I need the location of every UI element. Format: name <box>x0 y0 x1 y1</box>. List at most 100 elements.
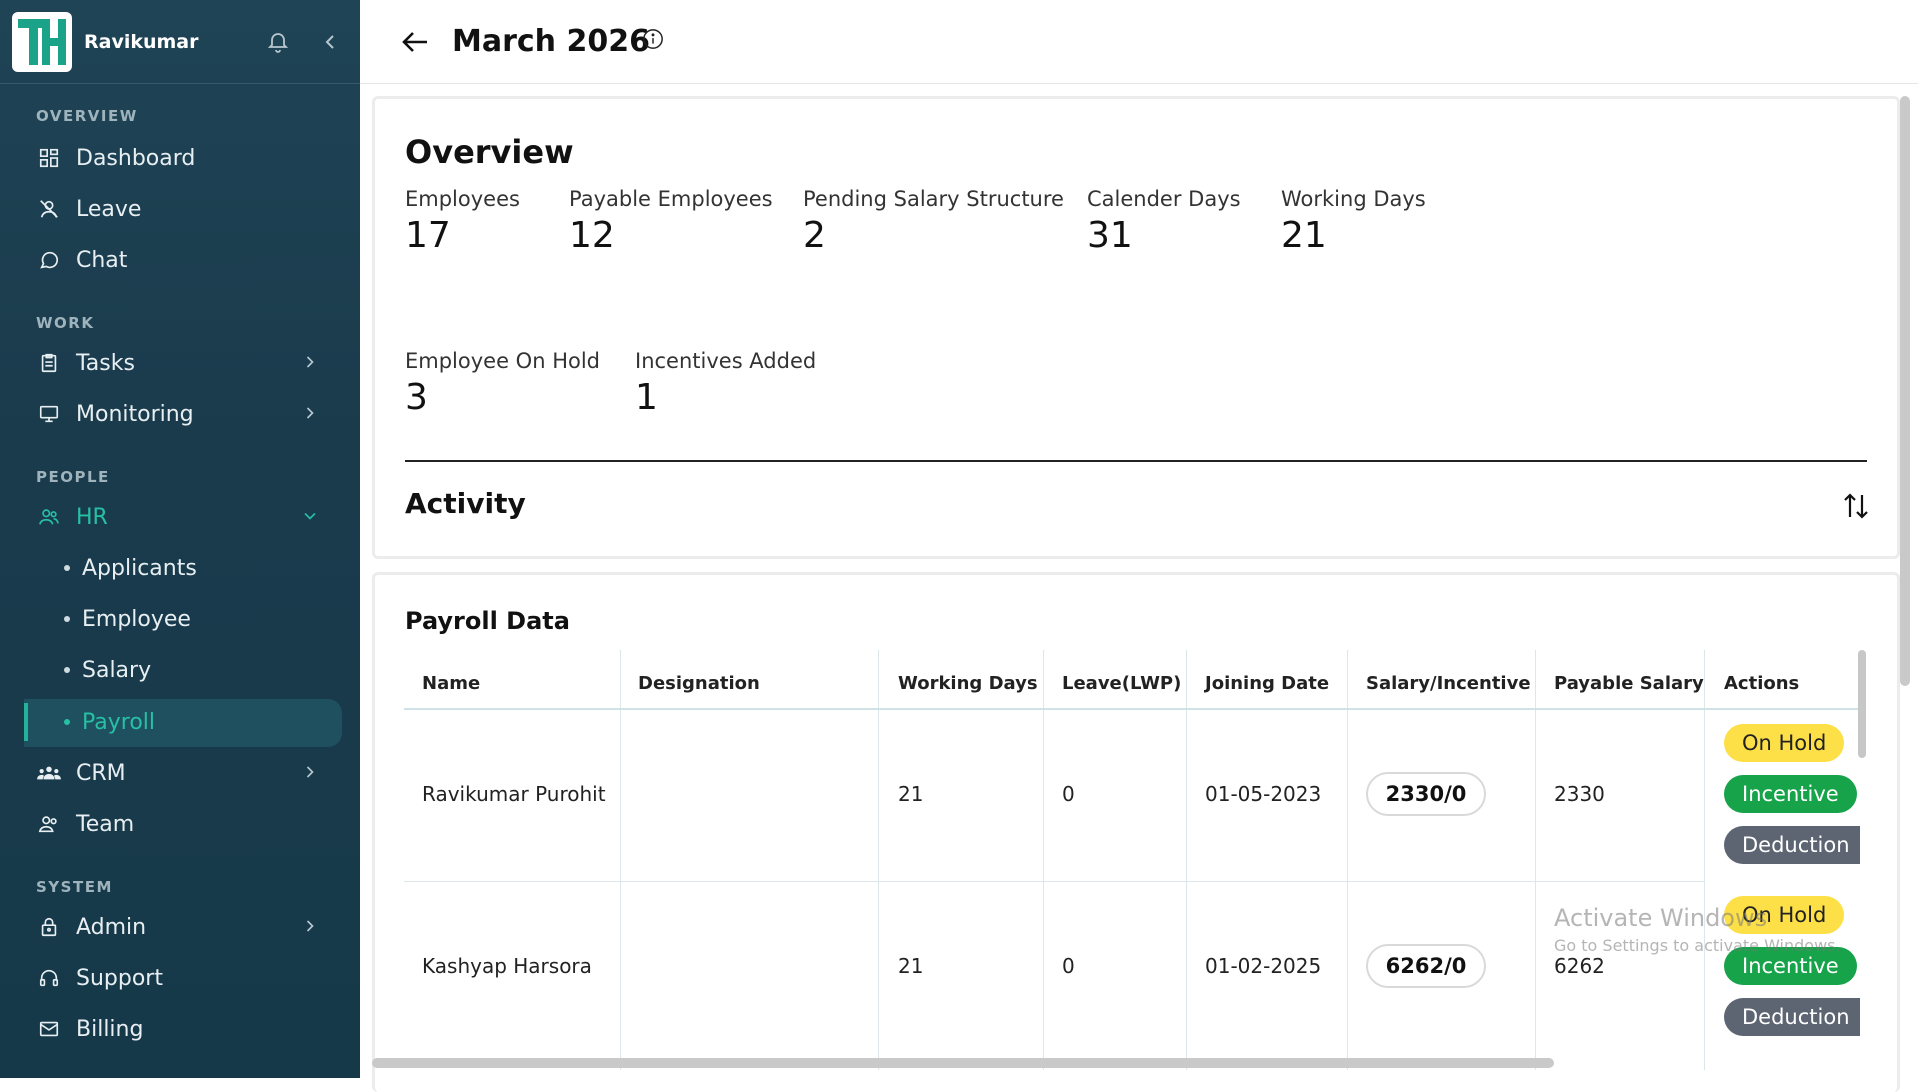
cell-leave: 0 <box>1062 954 1075 978</box>
stat-label: Payable Employees <box>569 187 773 211</box>
chevron-right-icon <box>306 766 314 778</box>
chevron-right-icon <box>306 920 314 932</box>
bell-icon[interactable] <box>266 30 290 54</box>
sidebar-subitem-salary[interactable]: Salary <box>0 647 360 693</box>
stat-value: 31 <box>1087 215 1133 256</box>
stat-label: Employee On Hold <box>405 349 600 373</box>
team-icon <box>36 811 62 837</box>
watermark-subtitle: Go to Settings to activate Windows. <box>1554 936 1841 955</box>
users-icon <box>36 504 62 530</box>
stat-calender-days: Calender Days 31 <box>1087 187 1241 256</box>
sidebar-item-crm[interactable]: CRM <box>0 750 360 796</box>
divider <box>405 460 1867 462</box>
cell-payable-salary: 2330 <box>1554 782 1605 806</box>
stat-employees: Employees 17 <box>405 187 520 256</box>
deduction-button[interactable]: Deduction <box>1724 826 1860 864</box>
cell-joining-date: 01-02-2025 <box>1205 954 1322 978</box>
horizontal-scrollbar[interactable] <box>372 1058 1554 1068</box>
salary-incentive-pill[interactable]: 2330/0 <box>1366 772 1486 816</box>
user-name: Ravikumar <box>84 30 199 53</box>
group-icon <box>36 760 62 786</box>
cell-joining-date: 01-05-2023 <box>1205 782 1322 806</box>
chat-icon <box>36 247 62 273</box>
column-header-joining-date[interactable]: Joining Date <box>1187 650 1329 716</box>
overview-card: Overview Employees 17 Payable Employees … <box>372 96 1900 559</box>
stat-label: Pending Salary Structure <box>803 187 1064 211</box>
cell-working-days: 21 <box>898 782 924 806</box>
invoice-icon <box>36 1016 62 1042</box>
sidebar-item-team[interactable]: Team <box>0 801 360 847</box>
chevron-right-icon <box>306 407 314 419</box>
overview-title: Overview <box>405 133 574 171</box>
incentive-button[interactable]: Incentive <box>1724 775 1857 813</box>
column-header-salary-incentive[interactable]: Salary/Incentive <box>1348 650 1531 716</box>
table-vertical-scrollbar[interactable] <box>1858 650 1866 758</box>
chevron-down-icon <box>304 512 316 520</box>
sidebar-item-label: Monitoring <box>76 401 194 427</box>
cell-name: Kashyap Harsora <box>422 954 592 978</box>
column-header-name[interactable]: Name <box>404 650 480 716</box>
sidebar-item-billing[interactable]: Billing <box>0 1006 360 1052</box>
sidebar-item-label: CRM <box>76 760 126 786</box>
sidebar-subitem-employee[interactable]: Employee <box>0 596 360 642</box>
on-hold-button[interactable]: On Hold <box>1724 724 1845 762</box>
sidebar-subitem-label: Employee <box>82 606 191 632</box>
top-bar: March 2026 <box>360 0 1918 84</box>
actions-column: On Hold Incentive Deduction On Hold Ince… <box>1700 700 1860 1060</box>
section-system: SYSTEM <box>36 878 113 896</box>
sidebar-subitem-applicants[interactable]: Applicants <box>0 545 360 591</box>
stat-payable-employees: Payable Employees 12 <box>569 187 773 256</box>
sidebar-header: Ravikumar <box>0 0 360 84</box>
stat-value: 17 <box>405 215 451 256</box>
stat-value: 2 <box>803 215 826 256</box>
stat-label: Working Days <box>1281 187 1426 211</box>
sidebar-item-label: Billing <box>76 1016 144 1042</box>
column-header-designation[interactable]: Designation <box>620 650 760 716</box>
column-header-leave[interactable]: Leave(LWP) <box>1044 650 1181 716</box>
stat-label: Employees <box>405 187 520 211</box>
sidebar: Ravikumar OVERVIEW Dashboard Leave Chat … <box>0 0 360 1078</box>
chevron-right-icon <box>306 356 314 368</box>
page-vertical-scrollbar[interactable] <box>1900 96 1910 686</box>
dashboard-icon <box>36 145 62 171</box>
windows-activation-watermark: Activate Windows Go to Settings to activ… <box>1554 904 1841 955</box>
section-overview: OVERVIEW <box>36 107 138 125</box>
sidebar-item-label: Leave <box>76 196 142 222</box>
leave-icon <box>36 196 62 222</box>
sidebar-item-support[interactable]: Support <box>0 955 360 1001</box>
sidebar-subitem-label: Applicants <box>82 555 197 581</box>
sidebar-item-chat[interactable]: Chat <box>0 237 360 283</box>
sidebar-item-label: Admin <box>76 914 147 940</box>
sidebar-subitem-label: Salary <box>82 657 152 683</box>
stat-employee-on-hold: Employee On Hold 3 <box>405 349 600 418</box>
cell-payable-salary: 6262 <box>1554 954 1605 978</box>
sidebar-item-label: Support <box>76 965 163 991</box>
monitor-icon <box>36 401 62 427</box>
salary-incentive-pill[interactable]: 6262/0 <box>1366 944 1486 988</box>
sort-arrows-icon[interactable] <box>1841 491 1871 521</box>
sidebar-subitem-payroll[interactable]: Payroll <box>0 699 360 745</box>
deduction-button[interactable]: Deduction <box>1724 998 1860 1036</box>
app-logo[interactable] <box>12 11 72 72</box>
stat-value: 21 <box>1281 215 1327 256</box>
sidebar-item-label: Chat <box>76 247 128 273</box>
sidebar-item-label: Dashboard <box>76 145 196 171</box>
clipboard-icon <box>36 350 62 376</box>
column-header-payable-salary[interactable]: Payable Salary <box>1536 650 1704 716</box>
headset-icon <box>36 965 62 991</box>
back-arrow-icon[interactable] <box>400 28 430 56</box>
stat-working-days: Working Days 21 <box>1281 187 1426 256</box>
stat-value: 12 <box>569 215 615 256</box>
column-header-working-days[interactable]: Working Days <box>880 650 1038 716</box>
sidebar-item-tasks[interactable]: Tasks <box>0 340 360 386</box>
sidebar-item-leave[interactable]: Leave <box>0 186 360 232</box>
cell-working-days: 21 <box>898 954 924 978</box>
sidebar-item-admin[interactable]: Admin <box>0 904 360 950</box>
activity-title: Activity <box>405 487 526 520</box>
collapse-sidebar-icon[interactable] <box>318 30 342 54</box>
sidebar-item-dashboard[interactable]: Dashboard <box>0 135 360 181</box>
info-icon[interactable] <box>642 28 664 50</box>
cell-leave: 0 <box>1062 782 1075 806</box>
sidebar-item-monitoring[interactable]: Monitoring <box>0 391 360 437</box>
sidebar-item-hr[interactable]: HR <box>0 494 360 540</box>
